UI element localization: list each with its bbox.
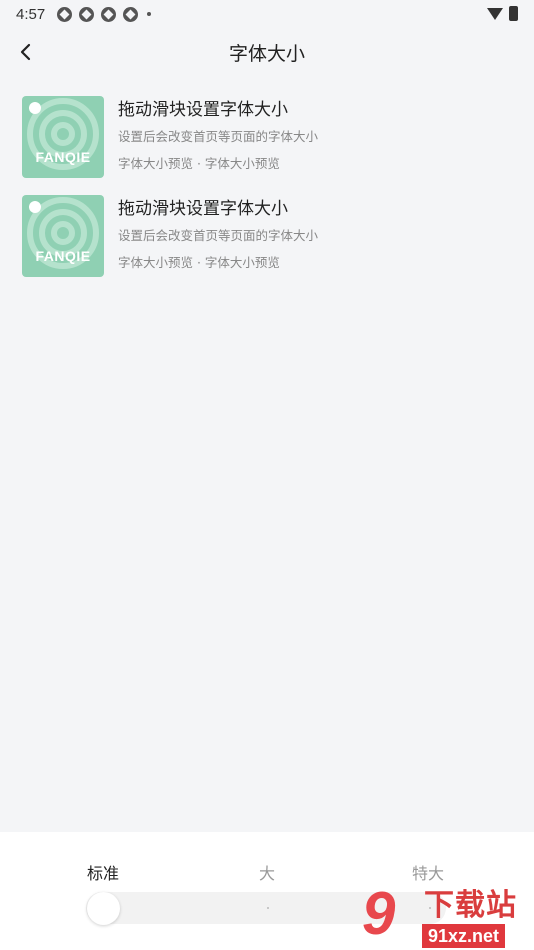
cover-rings-icon — [27, 197, 99, 269]
notification-icon — [123, 6, 139, 22]
font-size-options: 标准 大 特大 — [0, 860, 534, 884]
book-meta: 字体大小预览 · 字体大小预览 — [118, 255, 280, 270]
status-time: 4:57 — [16, 5, 46, 23]
slider-knob[interactable] — [87, 892, 120, 925]
notification-icon — [57, 6, 73, 22]
cover-brand-text: FANQIE — [35, 248, 91, 264]
battery-icon — [509, 6, 518, 21]
book-preview-list: FANQIE 拖动滑块设置字体大小 设置后会改变首页等页面的字体大小 字体大小预… — [22, 96, 512, 294]
slider-tick — [267, 907, 269, 909]
more-notifications-dot-icon — [147, 12, 152, 16]
book-title: 拖动滑块设置字体大小 — [118, 100, 288, 120]
book-title: 拖动滑块设置字体大小 — [118, 199, 288, 219]
watermark-url: 91xz.net — [422, 924, 506, 948]
book-cover: FANQIE — [22, 195, 104, 277]
book-description: 设置后会改变首页等页面的字体大小 — [118, 129, 319, 144]
notification-icon — [101, 6, 117, 22]
font-size-option-extra-large[interactable]: 特大 — [412, 860, 444, 884]
status-bar: 4:57 — [0, 0, 534, 28]
chevron-left-icon — [20, 43, 31, 61]
cover-rings-icon — [27, 98, 99, 170]
book-item[interactable]: FANQIE 拖动滑块设置字体大小 设置后会改变首页等页面的字体大小 字体大小预… — [22, 195, 512, 279]
watermark-logo: 9 下载站 91xz.net — [362, 884, 532, 950]
book-info: 拖动滑块设置字体大小 设置后会改变首页等页面的字体大小 字体大小预览 · 字体大… — [118, 96, 318, 180]
notification-icon — [79, 6, 95, 22]
watermark-title: 下载站 — [424, 888, 517, 923]
nav-bar: 字体大小 — [0, 28, 534, 76]
notification-icons — [57, 6, 152, 22]
book-description: 设置后会改变首页等页面的字体大小 — [118, 228, 319, 243]
book-cover: FANQIE — [22, 96, 104, 178]
font-size-option-standard[interactable]: 标准 — [87, 860, 119, 884]
wifi-icon — [487, 7, 503, 20]
system-icons — [487, 6, 518, 21]
back-button[interactable] — [10, 36, 42, 68]
page-title: 字体大小 — [228, 42, 305, 65]
watermark-mark: 9 — [362, 880, 396, 947]
book-info: 拖动滑块设置字体大小 设置后会改变首页等页面的字体大小 字体大小预览 · 字体大… — [118, 195, 318, 279]
book-item[interactable]: FANQIE 拖动滑块设置字体大小 设置后会改变首页等页面的字体大小 字体大小预… — [22, 96, 512, 180]
font-size-option-large[interactable]: 大 — [259, 860, 275, 884]
book-meta: 字体大小预览 · 字体大小预览 — [118, 156, 280, 171]
cover-brand-text: FANQIE — [35, 149, 91, 165]
